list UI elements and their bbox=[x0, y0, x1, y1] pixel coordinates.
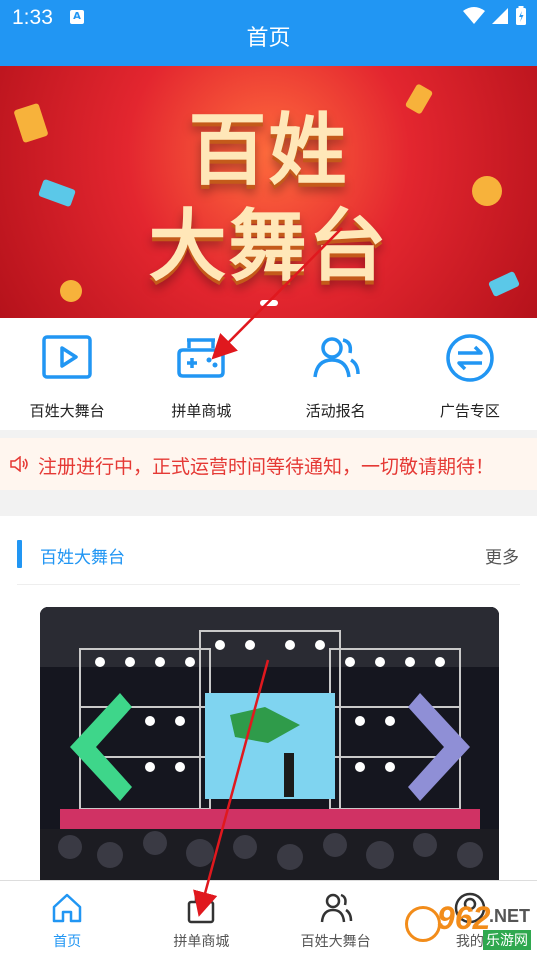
watermark-net: .NET bbox=[489, 906, 531, 926]
carousel-indicator bbox=[0, 300, 537, 306]
watermark-logo-icon bbox=[405, 906, 441, 942]
quick-nav: 百姓大舞台 拼单商城 活动报名 广告专区 bbox=[0, 318, 537, 430]
users-icon bbox=[320, 893, 352, 923]
gamepad-icon bbox=[177, 338, 226, 378]
tab-label: 拼单商城 bbox=[173, 934, 230, 950]
site-watermark: 962 .NET 乐游网 bbox=[405, 900, 531, 952]
tab-label: 首页 bbox=[53, 934, 82, 950]
section-title: 百姓大舞台 bbox=[40, 548, 125, 568]
app-header: 1:33 A 首页 bbox=[0, 0, 537, 66]
more-link[interactable]: 更多 bbox=[485, 543, 519, 568]
tab-mall[interactable]: 拼单商城 bbox=[134, 881, 268, 956]
quick-nav-signup[interactable]: 活动报名 bbox=[269, 318, 403, 430]
watermark-site-name: 乐游网 bbox=[483, 930, 531, 950]
speaker-icon bbox=[10, 456, 28, 472]
quick-nav-label: 拼单商城 bbox=[171, 402, 232, 420]
page-title: 首页 bbox=[246, 26, 291, 51]
banner-title-line2: 大舞台 bbox=[148, 202, 389, 292]
quick-nav-label: 广告专区 bbox=[439, 402, 500, 420]
quick-nav-ads[interactable]: 广告专区 bbox=[403, 318, 537, 430]
tab-home[interactable]: 首页 bbox=[0, 881, 134, 956]
stage-event-image[interactable] bbox=[40, 607, 499, 880]
notice-text: 注册进行中，正式运营时间等待通知，一切敬请期待！ bbox=[38, 456, 495, 478]
bag-icon bbox=[188, 892, 215, 924]
tab-label: 百姓大舞台 bbox=[300, 934, 371, 950]
quick-nav-label: 活动报名 bbox=[305, 402, 366, 420]
section-divider bbox=[17, 584, 520, 585]
carousel-dot bbox=[259, 300, 278, 306]
users-icon bbox=[312, 337, 360, 378]
quick-nav-label: 百姓大舞台 bbox=[29, 402, 105, 420]
quick-nav-stage[interactable]: 百姓大舞台 bbox=[0, 318, 134, 430]
quick-nav-mall[interactable]: 拼单商城 bbox=[134, 318, 268, 430]
tab-stage[interactable]: 百姓大舞台 bbox=[269, 881, 403, 956]
banner-carousel[interactable]: 百姓 大舞台 bbox=[0, 66, 537, 318]
notice-bar[interactable]: 注册进行中，正式运营时间等待通知，一切敬请期待！ bbox=[0, 438, 537, 490]
section-accent-bar bbox=[17, 540, 22, 568]
play-video-icon bbox=[42, 335, 92, 379]
home-icon bbox=[52, 893, 82, 923]
exchange-icon bbox=[446, 334, 494, 382]
stage-section: 百姓大舞台 更多 bbox=[0, 516, 537, 880]
stage-photo bbox=[40, 607, 499, 880]
